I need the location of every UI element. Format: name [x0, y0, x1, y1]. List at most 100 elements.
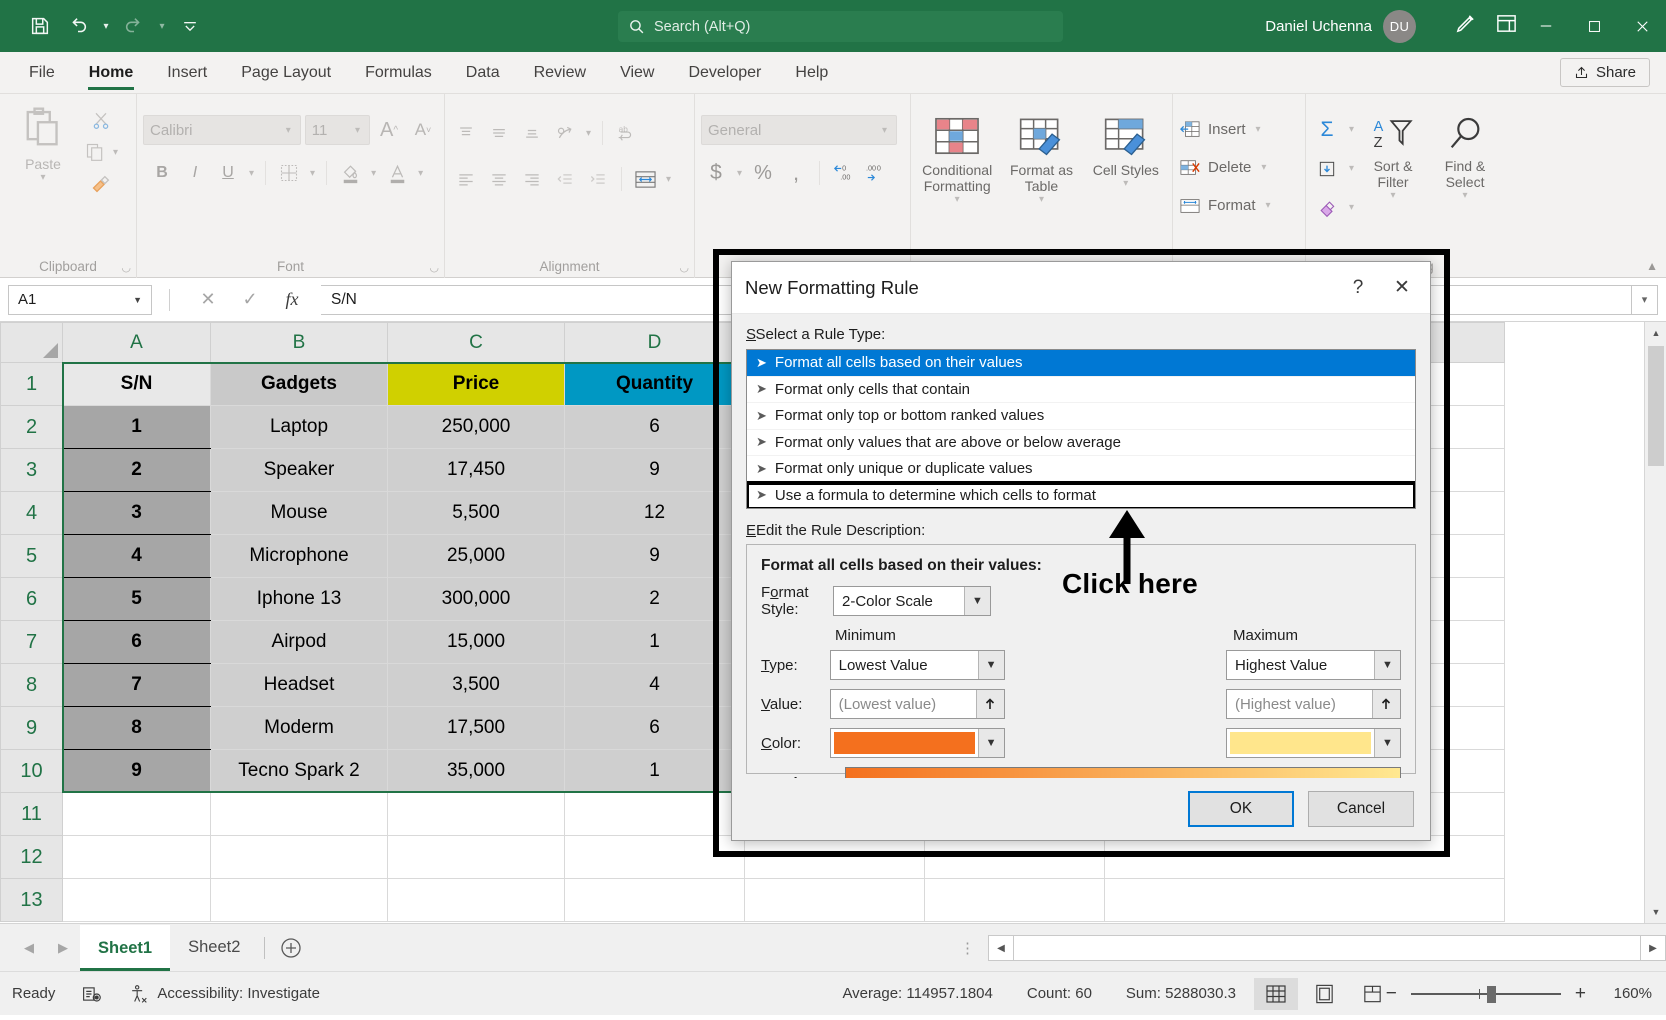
cell-b9[interactable]: Moderm	[211, 707, 388, 750]
cell-a10[interactable]: 9	[63, 750, 211, 793]
tab-formulas[interactable]: Formulas	[348, 53, 449, 93]
row-header-13[interactable]: 13	[1, 879, 63, 922]
cell-styles-button[interactable]: Cell Styles ▾	[1086, 109, 1166, 206]
cell-b8[interactable]: Headset	[211, 664, 388, 707]
sheet-tab-sheet2[interactable]: Sheet2	[170, 925, 258, 971]
borders-dropdown-icon[interactable]: ▾	[307, 168, 318, 179]
rule-type-option-1[interactable]: ➤ Format only cells that contain	[747, 377, 1415, 404]
row-header-4[interactable]: 4	[1, 492, 63, 535]
clear-dropdown-icon[interactable]: ▾	[1346, 202, 1357, 213]
column-header-c[interactable]: C	[388, 323, 565, 363]
format-as-table-dropdown-icon[interactable]: ▾	[1036, 194, 1047, 206]
fill-color-dropdown-icon[interactable]: ▾	[368, 168, 379, 179]
increase-indent-icon[interactable]	[583, 164, 613, 194]
conditional-formatting-dropdown-icon[interactable]: ▾	[952, 194, 963, 206]
cell-a2[interactable]: 1	[63, 406, 211, 449]
align-right-icon[interactable]	[517, 164, 547, 194]
comma-style-icon[interactable]: ,	[781, 158, 811, 188]
font-color-icon[interactable]	[382, 158, 412, 188]
insert-cells-dropdown-icon[interactable]: ▾	[1253, 124, 1264, 135]
recording-macro-icon[interactable]	[81, 984, 102, 1004]
alignment-dialog-launcher-icon[interactable]: ◡	[679, 261, 689, 274]
font-name-dropdown-icon[interactable]: ▾	[283, 125, 294, 136]
increase-font-size-icon[interactable]: A^	[374, 115, 404, 145]
cell-b1[interactable]: Gadgets	[211, 363, 388, 406]
vertical-scrollbar[interactable]: ▲ ▼	[1644, 322, 1666, 923]
tab-insert[interactable]: Insert	[150, 53, 224, 93]
percent-style-icon[interactable]: %	[748, 158, 778, 188]
cell-b10[interactable]: Tecno Spark 2	[211, 750, 388, 793]
maximize-button[interactable]	[1570, 0, 1618, 52]
merge-dropdown-icon[interactable]: ▾	[663, 174, 674, 185]
cell-c5[interactable]: 25,000	[388, 535, 565, 578]
name-box[interactable]: A1 ▼	[8, 285, 152, 315]
row-header-9[interactable]: 9	[1, 707, 63, 750]
insert-function-icon[interactable]: fx	[271, 285, 313, 315]
minimum-type-select[interactable]: Lowest Value ▼	[830, 650, 1005, 680]
previous-sheet-icon[interactable]: ◀	[12, 931, 46, 965]
underline-icon[interactable]: U	[213, 158, 243, 188]
maximum-color-picker[interactable]: ▼	[1226, 728, 1401, 758]
cell-c4[interactable]: 5,500	[388, 492, 565, 535]
cell-b13[interactable]	[211, 879, 388, 922]
cancel-button[interactable]: Cancel	[1308, 791, 1414, 827]
row-header-10[interactable]: 10	[1, 750, 63, 793]
font-color-dropdown-icon[interactable]: ▾	[415, 168, 426, 179]
cell-c9[interactable]: 17,500	[388, 707, 565, 750]
scroll-up-icon[interactable]: ▲	[1645, 322, 1666, 344]
row-header-8[interactable]: 8	[1, 664, 63, 707]
copy-icon[interactable]	[80, 137, 110, 167]
row-header-5[interactable]: 5	[1, 535, 63, 578]
wrap-text-icon[interactable]: ab	[611, 118, 641, 148]
insert-cells-button[interactable]: Insert ▾	[1179, 113, 1299, 146]
cell-a9[interactable]: 8	[63, 707, 211, 750]
search-input[interactable]: Search (Alt+Q)	[618, 11, 1063, 42]
name-box-dropdown-icon[interactable]: ▼	[133, 295, 142, 305]
rule-type-option-3[interactable]: ➤ Format only values that are above or b…	[747, 430, 1415, 457]
delete-cells-button[interactable]: Delete ▾	[1179, 151, 1299, 184]
close-button[interactable]	[1618, 0, 1666, 52]
cell-c1[interactable]: Price	[388, 363, 565, 406]
cell-c8[interactable]: 3,500	[388, 664, 565, 707]
borders-icon[interactable]	[274, 158, 304, 188]
tab-file[interactable]: File	[12, 53, 72, 93]
cell-c2[interactable]: 250,000	[388, 406, 565, 449]
cell-c6[interactable]: 300,000	[388, 578, 565, 621]
undo-dropdown-icon[interactable]: ▾	[98, 9, 114, 43]
cell-c12[interactable]	[388, 836, 565, 879]
cell-a3[interactable]: 2	[63, 449, 211, 492]
tab-data[interactable]: Data	[449, 53, 517, 93]
tab-split-handle[interactable]: ⋮	[960, 939, 976, 957]
align-center-icon[interactable]	[484, 164, 514, 194]
cell-b3[interactable]: Speaker	[211, 449, 388, 492]
tab-help[interactable]: Help	[778, 53, 845, 93]
cell-a4[interactable]: 3	[63, 492, 211, 535]
cell-b4[interactable]: Mouse	[211, 492, 388, 535]
row-header-6[interactable]: 6	[1, 578, 63, 621]
horizontal-scroll-track[interactable]	[1014, 935, 1640, 961]
row-header-7[interactable]: 7	[1, 621, 63, 664]
cell-g13[interactable]	[1105, 879, 1505, 922]
avatar[interactable]: DU	[1383, 10, 1416, 43]
increase-decimal-icon[interactable]: 0 .00	[828, 158, 858, 188]
align-left-icon[interactable]	[451, 164, 481, 194]
decrease-indent-icon[interactable]	[550, 164, 580, 194]
row-header-11[interactable]: 11	[1, 793, 63, 836]
cell-c3[interactable]: 17,450	[388, 449, 565, 492]
copy-dropdown-icon[interactable]: ▾	[110, 147, 121, 158]
accounting-dropdown-icon[interactable]: ▾	[734, 168, 745, 179]
average-stat[interactable]: Average: 114957.1804	[842, 985, 992, 1002]
undo-icon[interactable]	[60, 9, 96, 43]
scroll-down-icon[interactable]: ▼	[1645, 901, 1666, 923]
add-sheet-icon[interactable]	[271, 928, 311, 968]
cell-c13[interactable]	[388, 879, 565, 922]
minimum-value-input[interactable]: (Lowest value)	[830, 689, 1005, 719]
rule-type-list[interactable]: ➤ Format all cells based on their values…	[746, 349, 1416, 509]
maximum-type-select[interactable]: Highest Value ▼	[1226, 650, 1401, 680]
font-name-input[interactable]: Calibri ▾	[143, 115, 301, 145]
rule-type-option-4[interactable]: ➤ Format only unique or duplicate values	[747, 456, 1415, 483]
collapse-ribbon-icon[interactable]: ▲	[1646, 259, 1658, 273]
sum-stat[interactable]: Sum: 5288030.3	[1126, 985, 1236, 1002]
maximum-value-input[interactable]: (Highest value)	[1226, 689, 1401, 719]
cell-c10[interactable]: 35,000	[388, 750, 565, 793]
